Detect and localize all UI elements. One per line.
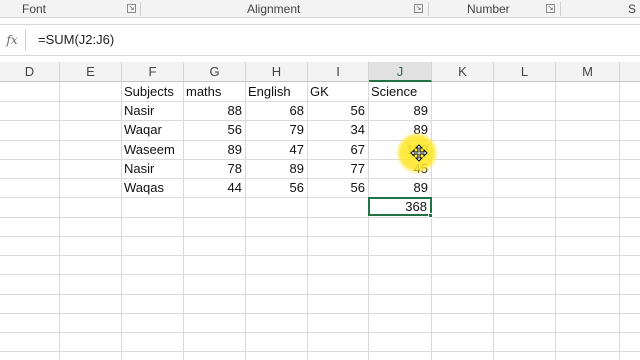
- cell-name[interactable]: Waqas: [121, 178, 183, 197]
- column-headers: D E F G H I J K L M: [0, 62, 640, 82]
- ribbon-group-alignment: Alignment: [247, 2, 301, 16]
- move-cursor-icon: [410, 144, 428, 162]
- grid-line: [0, 236, 640, 237]
- column-header-l[interactable]: L: [494, 62, 556, 82]
- font-dialog-launcher-icon[interactable]: ↘: [127, 4, 136, 13]
- grid-line: [0, 351, 640, 352]
- grid-line: [0, 332, 640, 333]
- cell-maths[interactable]: 44: [183, 178, 245, 197]
- cell-maths[interactable]: 56: [183, 120, 245, 139]
- grid-line: [0, 313, 640, 314]
- header-subjects[interactable]: Subjects: [121, 82, 183, 101]
- selected-cell-total[interactable]: 368: [368, 197, 432, 216]
- grid-line: [0, 255, 640, 256]
- alignment-dialog-launcher-icon[interactable]: ↘: [414, 4, 423, 13]
- cell-name[interactable]: Waqar: [121, 120, 183, 139]
- cell-english[interactable]: 68: [245, 101, 307, 120]
- column-header-i[interactable]: I: [308, 62, 369, 82]
- ribbon-group-number: Number: [467, 2, 510, 16]
- header-english[interactable]: English: [245, 82, 307, 101]
- cell-name[interactable]: Waseem: [121, 140, 183, 159]
- cell-gk[interactable]: 56: [307, 101, 368, 120]
- grid-line: [59, 82, 60, 360]
- grid-line: [555, 82, 556, 360]
- grid-line: [0, 274, 640, 275]
- number-dialog-launcher-icon[interactable]: ↘: [546, 4, 555, 13]
- cell-science[interactable]: 89: [368, 178, 431, 197]
- cell-name[interactable]: Nasir: [121, 101, 183, 120]
- cell-gk[interactable]: 34: [307, 120, 368, 139]
- header-science[interactable]: Science: [368, 82, 431, 101]
- cell-english[interactable]: 89: [245, 159, 307, 178]
- formula-bar-separator: [25, 29, 26, 51]
- cell-english[interactable]: 56: [245, 178, 307, 197]
- formula-input[interactable]: =SUM(J2:J6): [38, 25, 114, 55]
- grid-line: [0, 217, 640, 218]
- ribbon-group-labels: Font ↘ Alignment ↘ Number ↘ S: [0, 0, 640, 18]
- header-maths[interactable]: maths: [183, 82, 245, 101]
- formula-bar: fx =SUM(J2:J6): [0, 24, 640, 56]
- ribbon-group-styles: S: [628, 2, 637, 16]
- cell-maths[interactable]: 89: [183, 140, 245, 159]
- insert-function-icon[interactable]: fx: [0, 25, 24, 55]
- grid-line: [619, 82, 620, 360]
- grid-line: [493, 82, 494, 360]
- cell-maths[interactable]: 88: [183, 101, 245, 120]
- grid-line: [0, 294, 640, 295]
- ribbon-separator: [140, 2, 141, 16]
- cell-english[interactable]: 47: [245, 140, 307, 159]
- ribbon-group-font: Font: [22, 2, 47, 16]
- grid-line: [0, 197, 640, 198]
- column-header-e[interactable]: E: [60, 62, 122, 82]
- ribbon-separator: [560, 2, 561, 16]
- cell-gk[interactable]: 56: [307, 178, 368, 197]
- column-header-j[interactable]: J: [369, 62, 432, 82]
- column-header-g[interactable]: G: [184, 62, 246, 82]
- grid-line: [431, 82, 432, 360]
- header-gk[interactable]: GK: [307, 82, 368, 101]
- cell-gk[interactable]: 67: [307, 140, 368, 159]
- column-header-f[interactable]: F: [122, 62, 184, 82]
- fill-handle[interactable]: [428, 213, 433, 218]
- ribbon-separator: [428, 2, 429, 16]
- column-header-k[interactable]: K: [432, 62, 494, 82]
- column-header-m[interactable]: M: [556, 62, 620, 82]
- cell-english[interactable]: 79: [245, 120, 307, 139]
- cell-science[interactable]: 89: [368, 101, 431, 120]
- cell-maths[interactable]: 78: [183, 159, 245, 178]
- cell-gk[interactable]: 77: [307, 159, 368, 178]
- column-header-h[interactable]: H: [246, 62, 308, 82]
- cell-name[interactable]: Nasir: [121, 159, 183, 178]
- column-header-d[interactable]: D: [0, 62, 60, 82]
- worksheet-grid[interactable]: Subjects maths English GK Science Nasir …: [0, 82, 640, 360]
